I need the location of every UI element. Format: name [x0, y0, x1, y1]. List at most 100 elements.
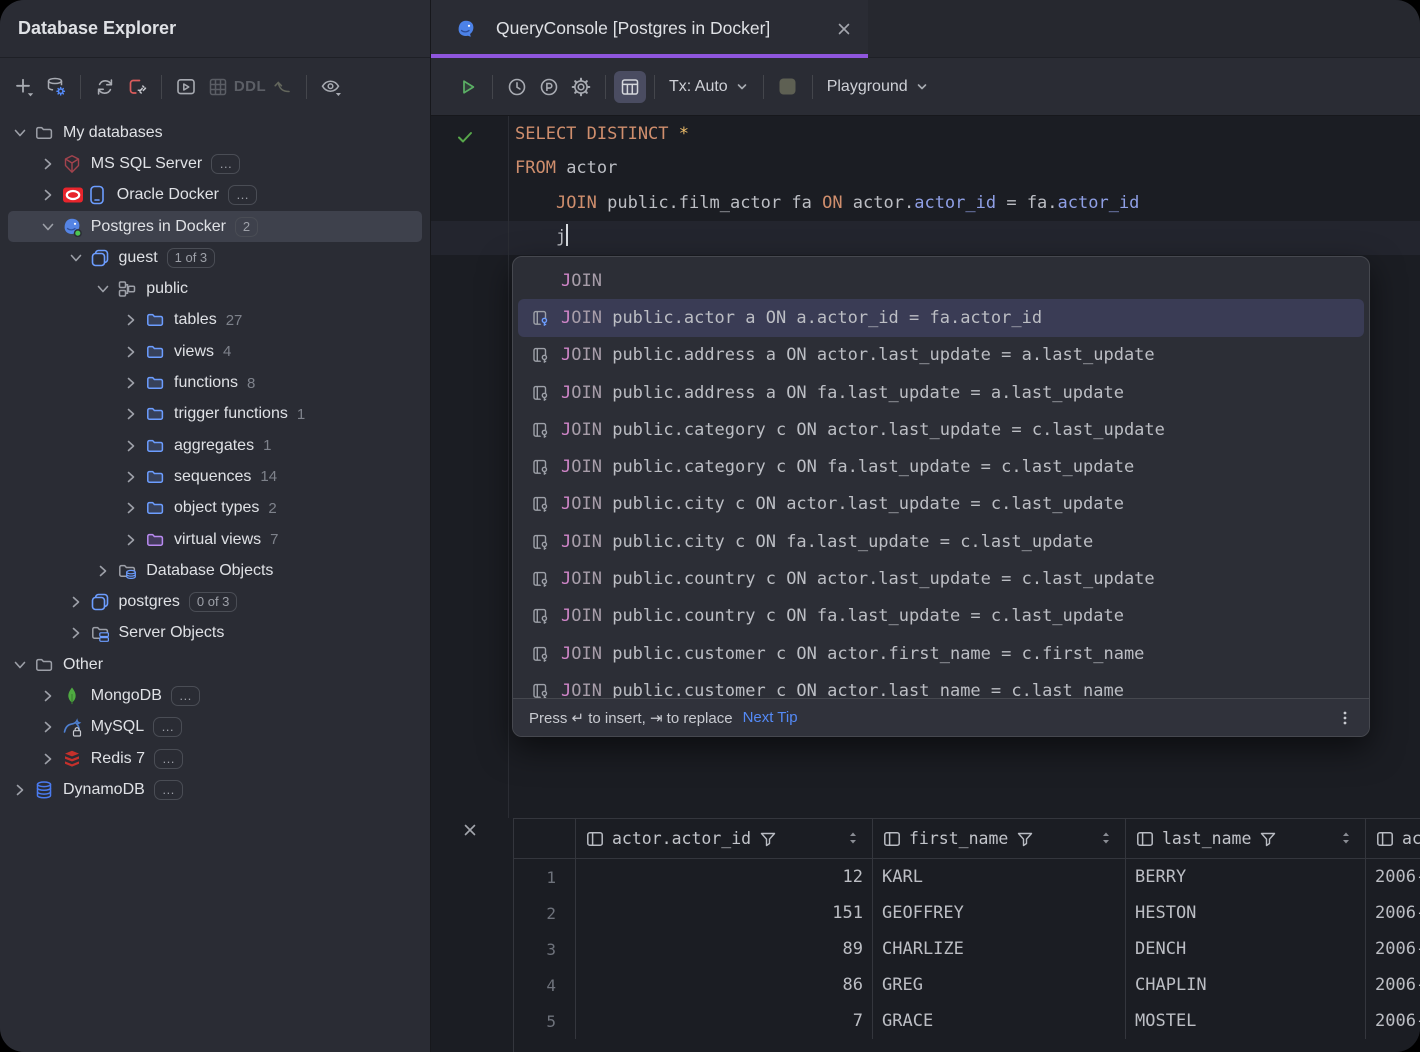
tree-item-tables[interactable]: tables27 — [8, 305, 422, 336]
chevron-down-icon[interactable] — [68, 250, 84, 266]
table-cell[interactable]: HESTON — [1126, 895, 1366, 931]
open-query-console-icon[interactable] — [170, 71, 202, 103]
row-number[interactable]: 2 — [514, 895, 576, 931]
chevron-right-icon[interactable] — [123, 469, 139, 485]
results-close-icon[interactable] — [462, 822, 478, 843]
sort-icon[interactable] — [1099, 830, 1113, 850]
completion-item[interactable]: JOIN public.city c ON actor.last_update … — [518, 486, 1364, 523]
table-cell[interactable]: 151 — [576, 895, 873, 931]
completion-item[interactable]: JOIN public.country c ON fa.last_update … — [518, 598, 1364, 635]
tab-queryconsole[interactable]: QueryConsole [Postgres in Docker] — [431, 0, 868, 57]
chevron-right-icon[interactable] — [123, 312, 139, 328]
column-header-last-name[interactable]: last_name — [1126, 819, 1366, 858]
add-datasource-icon[interactable] — [8, 71, 40, 103]
completion-item[interactable]: JOIN public.address a ON actor.last_upda… — [518, 337, 1364, 374]
completion-item[interactable]: JOIN public.address a ON fa.last_update … — [518, 374, 1364, 411]
chevron-right-icon[interactable] — [123, 344, 139, 360]
chevron-right-icon[interactable] — [68, 625, 84, 641]
table-cell[interactable]: CHAPLIN — [1126, 967, 1366, 1003]
completion-item[interactable]: JOIN public.category c ON actor.last_upd… — [518, 411, 1364, 448]
chevron-right-icon[interactable] — [123, 406, 139, 422]
table-cell[interactable]: 2006- — [1366, 967, 1420, 1003]
preview-icon[interactable] — [315, 71, 347, 103]
tree-item-virtual-views[interactable]: virtual views7 — [8, 524, 422, 555]
completion-item[interactable]: JOIN public.customer c ON actor.last_nam… — [518, 672, 1364, 699]
tree-item-my-databases[interactable]: My databases — [8, 117, 422, 148]
completion-item[interactable]: JOIN public.customer c ON actor.first_na… — [518, 635, 1364, 672]
table-cell[interactable]: KARL — [873, 859, 1126, 895]
table-cell[interactable]: BERRY — [1126, 859, 1366, 895]
tree-item-mysql[interactable]: MySQL… — [8, 712, 422, 743]
tree-item-mongodb[interactable]: MongoDB… — [8, 680, 422, 711]
row-number[interactable]: 5 — [514, 1003, 576, 1039]
table-cell[interactable]: 2006- — [1366, 859, 1420, 895]
jump-to-console-icon[interactable] — [266, 71, 298, 103]
settings-button[interactable] — [565, 71, 597, 103]
chevron-down-icon[interactable] — [40, 219, 56, 235]
chevron-right-icon[interactable] — [123, 438, 139, 454]
history-button[interactable] — [501, 71, 533, 103]
tree-item-views[interactable]: views4 — [8, 336, 422, 367]
tree-item-trigger-functions[interactable]: trigger functions1 — [8, 399, 422, 430]
tree-item-database-objects[interactable]: Database Objects — [8, 555, 422, 586]
tree-item-other[interactable]: Other — [8, 649, 422, 680]
filter-icon[interactable] — [758, 829, 778, 849]
explain-plan-button[interactable] — [533, 71, 565, 103]
ddl-button[interactable]: DDL — [234, 71, 266, 103]
table-cell[interactable]: GREG — [873, 967, 1126, 1003]
row-number[interactable]: 3 — [514, 931, 576, 967]
chevron-right-icon[interactable] — [123, 532, 139, 548]
tree-item-object-types[interactable]: object types2 — [8, 493, 422, 524]
filter-icon[interactable] — [1258, 829, 1278, 849]
table-cell[interactable]: 2006- — [1366, 1003, 1420, 1039]
stop-button[interactable] — [772, 71, 804, 103]
tree-item-server-objects[interactable]: Server Objects — [8, 618, 422, 649]
datasource-settings-icon[interactable] — [40, 71, 72, 103]
table-cell[interactable]: 2006- — [1366, 895, 1420, 931]
completion-item[interactable]: JOIN — [518, 262, 1364, 299]
tree-item-postgres-in-docker[interactable]: Postgres in Docker2 — [8, 211, 422, 242]
table-view-button[interactable] — [614, 71, 646, 103]
chevron-right-icon[interactable] — [68, 594, 84, 610]
disconnect-icon[interactable] — [121, 71, 153, 103]
table-cell[interactable]: 7 — [576, 1003, 873, 1039]
tree-item-ms-sql-server[interactable]: MS SQL Server… — [8, 148, 422, 179]
tree-item-functions[interactable]: functions8 — [8, 367, 422, 398]
tree-item-postgres[interactable]: postgres0 of 3 — [8, 586, 422, 617]
column-header-ac[interactable]: ac — [1366, 819, 1420, 858]
run-button[interactable] — [452, 71, 484, 103]
completion-item[interactable]: JOIN public.actor a ON a.actor_id = fa.a… — [518, 299, 1364, 336]
next-tip-link[interactable]: Next Tip — [743, 709, 798, 726]
chevron-right-icon[interactable] — [123, 500, 139, 516]
filter-icon[interactable] — [1015, 829, 1035, 849]
completion-item[interactable]: JOIN public.city c ON fa.last_update = c… — [518, 523, 1364, 560]
playground-selector[interactable]: Playground — [821, 78, 935, 96]
table-cell[interactable]: 2006- — [1366, 931, 1420, 967]
table-cell[interactable]: DENCH — [1126, 931, 1366, 967]
chevron-down-icon[interactable] — [95, 281, 111, 297]
tree-item-public[interactable]: public — [8, 273, 422, 304]
chevron-right-icon[interactable] — [40, 156, 56, 172]
tab-close-icon[interactable] — [836, 21, 852, 37]
completion-item[interactable]: JOIN public.country c ON actor.last_upda… — [518, 560, 1364, 597]
tx-mode-selector[interactable]: Tx: Auto — [663, 78, 755, 96]
column-header-actor-actor-id[interactable]: actor.actor_id — [576, 819, 873, 858]
tree-item-aggregates[interactable]: aggregates1 — [8, 430, 422, 461]
tree-item-dynamodb[interactable]: DynamoDB… — [8, 774, 422, 805]
row-number[interactable]: 4 — [514, 967, 576, 1003]
chevron-down-icon[interactable] — [12, 657, 28, 673]
column-header-first-name[interactable]: first_name — [873, 819, 1126, 858]
chevron-right-icon[interactable] — [40, 688, 56, 704]
tree-item-sequences[interactable]: sequences14 — [8, 461, 422, 492]
tree-item-guest[interactable]: guest1 of 3 — [8, 242, 422, 273]
sort-icon[interactable] — [846, 830, 860, 850]
chevron-right-icon[interactable] — [12, 782, 28, 798]
table-cell[interactable]: 89 — [576, 931, 873, 967]
chevron-down-icon[interactable] — [12, 125, 28, 141]
table-cell[interactable]: MOSTEL — [1126, 1003, 1366, 1039]
table-cell[interactable]: GRACE — [873, 1003, 1126, 1039]
chevron-right-icon[interactable] — [123, 375, 139, 391]
chevron-right-icon[interactable] — [40, 719, 56, 735]
tree-item-oracle-docker[interactable]: Oracle Docker… — [8, 180, 422, 211]
chevron-right-icon[interactable] — [95, 563, 111, 579]
